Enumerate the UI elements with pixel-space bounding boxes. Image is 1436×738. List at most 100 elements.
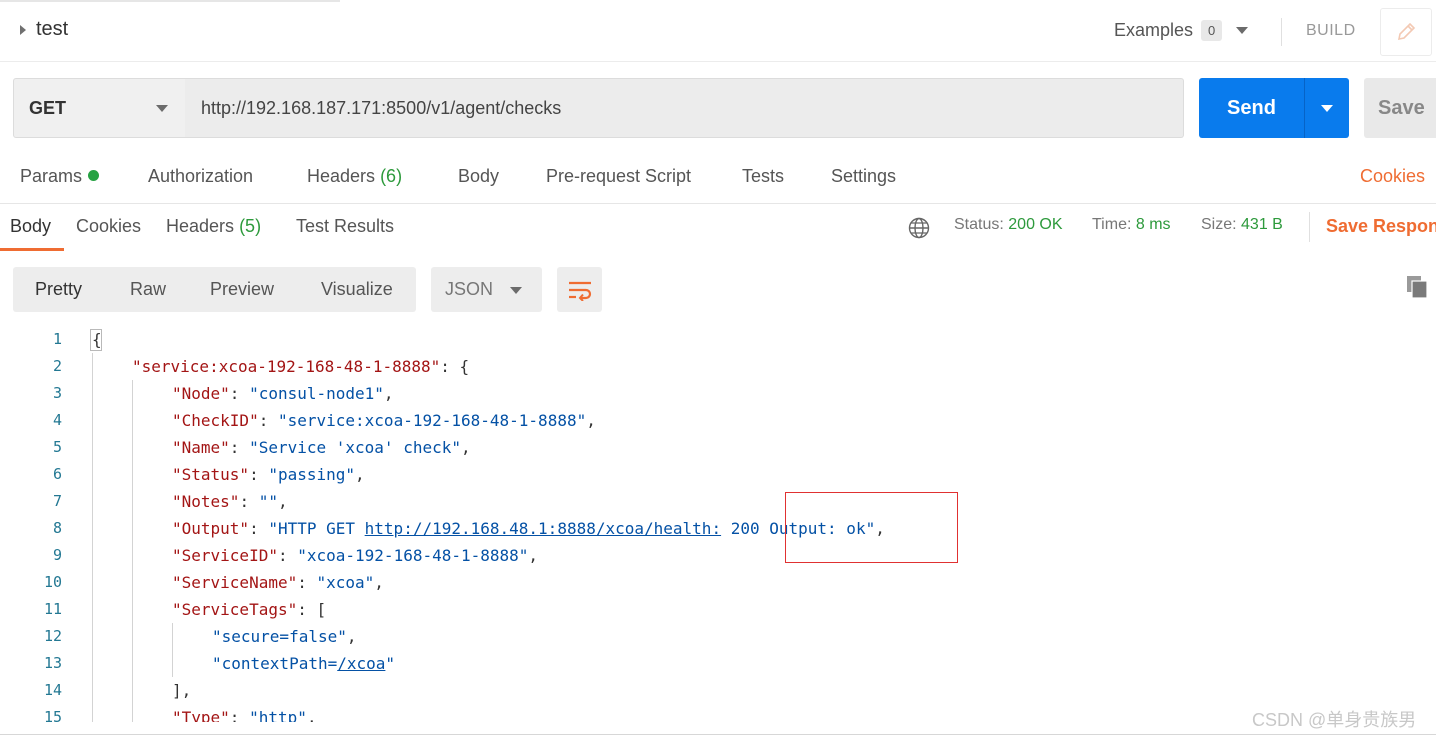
code-text: "secure=false", xyxy=(212,627,357,646)
tab-params-label: Params xyxy=(20,166,83,186)
view-visualize-button[interactable]: Visualize xyxy=(321,279,393,300)
chevron-down-icon[interactable] xyxy=(1236,27,1249,34)
response-tab-headers[interactable]: Headers (5) xyxy=(166,216,261,237)
json-string: "contextPath= xyxy=(212,654,338,673)
line-number: 8 xyxy=(52,519,62,537)
wrap-lines-icon xyxy=(568,281,591,301)
wrap-lines-button[interactable] xyxy=(557,267,602,312)
active-tab-indicator xyxy=(0,248,64,251)
json-link[interactable]: /xcoa xyxy=(337,654,385,673)
copy-icon[interactable] xyxy=(1405,274,1429,300)
response-headers-count: (5) xyxy=(239,216,262,236)
send-button[interactable]: Send xyxy=(1199,78,1349,138)
view-preview-button[interactable]: Preview xyxy=(210,279,274,300)
line-number: 14 xyxy=(43,681,62,699)
caret-right-icon[interactable] xyxy=(20,24,26,35)
time-text[interactable]: Time: 8 ms xyxy=(1092,216,1171,234)
size-text[interactable]: Size: 431 B xyxy=(1201,216,1283,234)
request-name[interactable]: test xyxy=(20,18,68,41)
examples-label: Examples xyxy=(1114,20,1194,40)
code-text: ], xyxy=(172,681,192,700)
examples-count-badge: 0 xyxy=(1201,20,1223,41)
line-number: 1 xyxy=(52,330,62,348)
json-string: "passing" xyxy=(268,465,356,484)
json-string: "http" xyxy=(249,708,307,722)
code-text: "ServiceTags": [ xyxy=(172,596,326,623)
response-tab-test-results[interactable]: Test Results xyxy=(296,216,394,237)
save-button[interactable]: Save xyxy=(1364,78,1436,138)
build-button[interactable]: BUILD xyxy=(1306,22,1356,40)
save-response-button[interactable]: Save Respons xyxy=(1326,216,1436,237)
json-link[interactable]: http://192.168.48.1:8888/xcoa/health: xyxy=(365,519,721,538)
tab-headers-label: Headers xyxy=(307,166,376,186)
tab-body[interactable]: Body xyxy=(458,166,499,187)
send-options-button[interactable] xyxy=(1305,78,1349,138)
size-value: 431 B xyxy=(1241,216,1283,233)
line-number: 9 xyxy=(52,546,62,564)
code-text: "Type": "http", xyxy=(172,704,317,722)
json-key: "ServiceID" xyxy=(172,546,278,565)
code-text: "Name": "Service 'xcoa' check", xyxy=(172,438,471,457)
divider xyxy=(0,734,1436,735)
globe-icon[interactable] xyxy=(907,216,931,240)
line-number: 5 xyxy=(52,438,62,456)
tab-headers[interactable]: Headers (6) xyxy=(307,166,402,187)
line-number: 6 xyxy=(52,465,62,483)
tab-params[interactable]: Params xyxy=(20,166,100,187)
json-string: "consul-node1" xyxy=(249,384,384,403)
response-body-code[interactable]: 1{ 2 "service:xcoa-192-168-48-1-8888": { … xyxy=(0,326,1436,722)
json-string: "" xyxy=(258,492,278,511)
tab-settings[interactable]: Settings xyxy=(831,166,896,187)
json-key: "Output" xyxy=(172,519,250,538)
json-string: "HTTP GET xyxy=(268,519,365,538)
json-key: "service:xcoa-192-168-48-1-8888" xyxy=(132,357,441,376)
method-label: GET xyxy=(29,97,67,118)
examples-dropdown[interactable]: Examples 0 xyxy=(1114,20,1249,41)
code-text: "ServiceID": "xcoa-192-168-48-1-8888", xyxy=(172,546,539,565)
code-text: "Node": "consul-node1", xyxy=(172,384,394,403)
request-name-label: test xyxy=(36,18,69,40)
request-header-bar: test Examples 0 BUILD xyxy=(0,0,1436,62)
time-label: Time: xyxy=(1092,216,1132,233)
tab-prerequest-script[interactable]: Pre-request Script xyxy=(546,166,691,187)
view-raw-button[interactable]: Raw xyxy=(130,279,166,300)
json-string: " xyxy=(385,654,396,673)
format-select[interactable]: JSON xyxy=(431,267,542,312)
json-key: "ServiceName" xyxy=(172,573,298,592)
method-select[interactable]: GET xyxy=(13,78,186,138)
code-text: "service:xcoa-192-168-48-1-8888": { xyxy=(132,353,469,380)
line-number: 11 xyxy=(43,600,62,618)
line-number: 10 xyxy=(43,573,62,591)
code-text: "Notes": "", xyxy=(172,492,288,511)
annotation-highlight-box xyxy=(785,492,958,563)
line-number: 4 xyxy=(52,411,62,429)
json-string: "Service 'xcoa' check" xyxy=(249,438,461,457)
code-text: "CheckID": "service:xcoa-192-168-48-1-88… xyxy=(172,411,596,430)
json-string: "xcoa" xyxy=(316,573,375,592)
response-tab-cookies[interactable]: Cookies xyxy=(76,216,141,237)
line-number: 2 xyxy=(52,357,62,375)
view-pretty-button[interactable]: Pretty xyxy=(35,279,82,300)
json-punct: : { xyxy=(440,357,470,376)
json-string: "secure=false" xyxy=(212,627,347,646)
response-tab-body[interactable]: Body xyxy=(10,216,51,237)
json-key: "ServiceTags" xyxy=(172,600,298,619)
headers-count: (6) xyxy=(380,166,403,186)
json-key: "Type" xyxy=(172,708,230,722)
url-input[interactable]: http://192.168.187.171:8500/v1/agent/che… xyxy=(185,78,1184,138)
send-label[interactable]: Send xyxy=(1199,78,1304,138)
line-number: 3 xyxy=(52,384,62,402)
size-label: Size: xyxy=(1201,216,1237,233)
tab-authorization[interactable]: Authorization xyxy=(148,166,253,187)
json-key: "Name" xyxy=(172,438,230,457)
line-number: 15 xyxy=(43,708,62,722)
cookies-link[interactable]: Cookies xyxy=(1360,166,1425,187)
edit-button[interactable] xyxy=(1380,8,1432,56)
code-text: "ServiceName": "xcoa", xyxy=(172,573,384,592)
tab-tests[interactable]: Tests xyxy=(742,166,784,187)
code-text: "Output": "HTTP GET http://192.168.48.1:… xyxy=(172,519,885,538)
line-number: 7 xyxy=(52,492,62,510)
line-number: 12 xyxy=(43,627,62,645)
json-punct: : [ xyxy=(297,600,327,619)
json-string: "service:xcoa-192-168-48-1-8888" xyxy=(277,411,587,430)
